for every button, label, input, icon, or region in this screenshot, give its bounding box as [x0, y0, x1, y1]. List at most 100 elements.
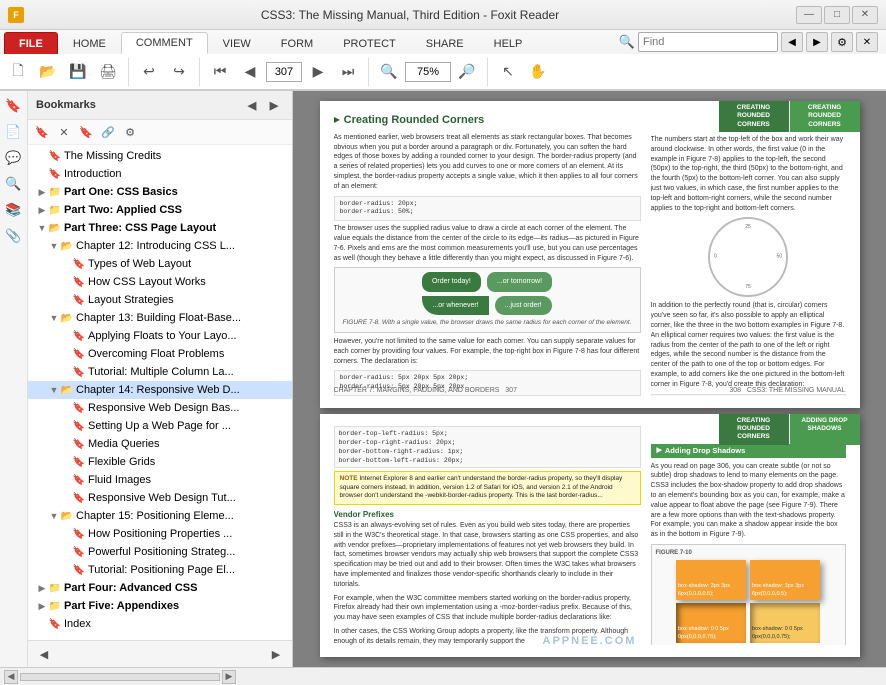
open-button[interactable]: 📂 — [34, 58, 62, 86]
bookmark-icon: 🔖 — [48, 167, 62, 181]
bookmark-link-button[interactable]: 🔗 — [98, 122, 118, 142]
bookmark-options-button[interactable]: 🔖 — [76, 122, 96, 142]
body-text-right-1: The numbers start at the top-left of the… — [651, 135, 846, 213]
zoom-in-button[interactable]: 🔎 — [453, 58, 481, 86]
tree-item-types-layout[interactable]: 🔖 Types of Web Layout — [28, 255, 292, 273]
select-tool-button[interactable]: ↖ — [494, 58, 522, 86]
tree-item-layout-strat[interactable]: 🔖 Layout Strategies — [28, 291, 292, 309]
save-button[interactable]: 💾 — [64, 58, 92, 86]
tree-item-part4[interactable]: ▶ 📁 Part Four: Advanced CSS — [28, 579, 292, 597]
sidebar-icon-annotations[interactable]: 💬 — [3, 147, 25, 169]
bookmark-icon: 🔖 — [72, 293, 86, 307]
page-number-input[interactable] — [266, 62, 302, 82]
bookmark-delete-button[interactable]: ✕ — [54, 122, 74, 142]
content-area[interactable]: CREATINGROUNDEDCORNERS CREATINGROUNDEDCO… — [293, 91, 886, 667]
body-text-3: However, you're not limited to the same … — [334, 337, 641, 366]
nav-toolbar-group: ⏮ ◀ ▶ ⏭ — [206, 58, 369, 86]
scroll-right-button[interactable]: ▶ — [222, 670, 236, 684]
tree-item-part5[interactable]: ▶ 📁 Part Five: Appendixes — [28, 597, 292, 615]
find-next-button[interactable]: ▶ — [806, 32, 828, 52]
tab-home[interactable]: HOME — [58, 32, 121, 54]
first-page-button[interactable]: ⏮ — [206, 58, 234, 86]
page-right: The numbers start at the top-left of the… — [651, 113, 846, 396]
folder-icon: 📂 — [48, 221, 62, 235]
tree-item-resp-tutorial[interactable]: 🔖 Responsive Web Design Tut... — [28, 489, 292, 507]
find-settings-button[interactable]: ⚙ — [831, 32, 853, 52]
tree-item-media-queries[interactable]: 🔖 Media Queries — [28, 435, 292, 453]
sidebar-icon-bookmarks[interactable]: 🔖 — [3, 95, 25, 117]
panel-prev-button[interactable]: ◀ — [34, 644, 54, 664]
tree-item-part3[interactable]: ▼ 📂 Part Three: CSS Page Layout — [28, 219, 292, 237]
title-bar: F CSS3: The Missing Manual, Third Editio… — [0, 0, 886, 30]
sidebar-icon-layers[interactable]: 📚 — [3, 199, 25, 221]
bookmark-icon: 🔖 — [72, 437, 86, 451]
tree-item-part2[interactable]: ▶ 📁 Part Two: Applied CSS — [28, 201, 292, 219]
tree-item-powerful-pos[interactable]: 🔖 Powerful Positioning Strateg... — [28, 543, 292, 561]
scroll-left-button[interactable]: ◀ — [4, 670, 18, 684]
panel-expand-button[interactable]: ◀ — [242, 95, 262, 115]
panel-next-button[interactable]: ▶ — [266, 644, 286, 664]
zoom-input[interactable] — [405, 62, 451, 82]
tree-item-resp-basics[interactable]: 🔖 Responsive Web Design Bas... — [28, 399, 292, 417]
zoom-toolbar-group: 🔍 🔎 — [375, 58, 488, 86]
tab-help[interactable]: HELP — [479, 32, 538, 54]
tab-view[interactable]: VIEW — [208, 32, 266, 54]
bookmark-icon: 🔖 — [72, 419, 86, 433]
tree-item-how-positioning[interactable]: 🔖 How Positioning Properties ... — [28, 525, 292, 543]
pdf-page-2: CREATINGROUNDEDCORNERS ADDING DROPSHADOW… — [320, 414, 860, 657]
tab-comment[interactable]: COMMENT — [121, 32, 208, 54]
panel-arrow-button[interactable]: ▶ — [264, 95, 284, 115]
find-close-button[interactable]: ✕ — [856, 32, 878, 52]
bookmark-settings-button[interactable]: ⚙ — [120, 122, 140, 142]
tree-item-ch12[interactable]: ▼ 📂 Chapter 12: Introducing CSS L... — [28, 237, 292, 255]
tree-item-setting-up[interactable]: 🔖 Setting Up a Web Page for ... — [28, 417, 292, 435]
sidebar-icon-attachments[interactable]: 📎 — [3, 225, 25, 247]
tree-item-fluid-images[interactable]: 🔖 Fluid Images — [28, 471, 292, 489]
tree-label: Responsive Web Design Bas... — [88, 402, 239, 414]
page-content: Creating Rounded Corners As mentioned ea… — [320, 101, 860, 408]
tree-item-applying-floats[interactable]: 🔖 Applying Floats to Your Layo... — [28, 327, 292, 345]
close-button[interactable]: ✕ — [852, 6, 878, 24]
tree-label: Media Queries — [88, 438, 160, 450]
sidebar-icon-pages[interactable]: 📄 — [3, 121, 25, 143]
undo-button[interactable]: ↩ — [135, 58, 163, 86]
hand-tool-button[interactable]: ✋ — [524, 58, 552, 86]
tab-form[interactable]: FORM — [266, 32, 328, 54]
horizontal-scrollbar[interactable] — [20, 673, 220, 681]
sidebar-icon-search[interactable]: 🔍 — [3, 173, 25, 195]
prev-page-button[interactable]: ◀ — [236, 58, 264, 86]
tree-item-ch14[interactable]: ▼ 📂 Chapter 14: Responsive Web D... — [28, 381, 292, 399]
tree-item-part1[interactable]: ▶ 📁 Part One: CSS Basics — [28, 183, 292, 201]
new-button[interactable]: 🗋 — [4, 58, 32, 86]
next-page-button[interactable]: ▶ — [304, 58, 332, 86]
bookmark-icon: 🔖 — [72, 401, 86, 415]
tree-item-overcoming-float[interactable]: 🔖 Overcoming Float Problems — [28, 345, 292, 363]
print-button[interactable]: 🖨 — [94, 58, 122, 86]
tree-label: Chapter 15: Positioning Eleme... — [76, 510, 234, 522]
shadow-box-4: box-shadow: 0 0 5px 0px(0,0,0,0.75); — [750, 603, 820, 643]
redo-button[interactable]: ↪ — [165, 58, 193, 86]
tab-share[interactable]: SHARE — [411, 32, 479, 54]
tree-item-introduction[interactable]: 🔖 Introduction — [28, 165, 292, 183]
bookmark-add-button[interactable]: 🔖 — [32, 122, 52, 142]
tree-item-tutorial-multi[interactable]: 🔖 Tutorial: Multiple Column La... — [28, 363, 292, 381]
zoom-out-button[interactable]: 🔍 — [375, 58, 403, 86]
tree-item-how-css[interactable]: 🔖 How CSS Layout Works — [28, 273, 292, 291]
edit-toolbar-group: ↩ ↪ — [135, 58, 200, 86]
tab-file[interactable]: FILE — [4, 32, 58, 54]
tree-item-ch13[interactable]: ▼ 📂 Chapter 13: Building Float-Base... — [28, 309, 292, 327]
minimize-button[interactable]: — — [796, 6, 822, 24]
find-prev-button[interactable]: ◀ — [781, 32, 803, 52]
tree-item-index[interactable]: 🔖 Index — [28, 615, 292, 633]
tree-item-missing-credits[interactable]: 🔖 The Missing Credits — [28, 147, 292, 165]
tree-item-tutorial-pos[interactable]: 🔖 Tutorial: Positioning Page El... — [28, 561, 292, 579]
tree-label: Fluid Images — [88, 474, 151, 486]
tab-protect[interactable]: PROTECT — [328, 32, 411, 54]
tree-item-ch15[interactable]: ▼ 📂 Chapter 15: Positioning Eleme... — [28, 507, 292, 525]
window-controls: — □ ✕ — [796, 6, 878, 24]
maximize-button[interactable]: □ — [824, 6, 850, 24]
page-content-2: border-top-left-radius: 5px;border-top-r… — [320, 414, 860, 657]
last-page-button[interactable]: ⏭ — [334, 58, 362, 86]
find-input[interactable] — [638, 32, 778, 52]
tree-item-flexible-grids[interactable]: 🔖 Flexible Grids — [28, 453, 292, 471]
